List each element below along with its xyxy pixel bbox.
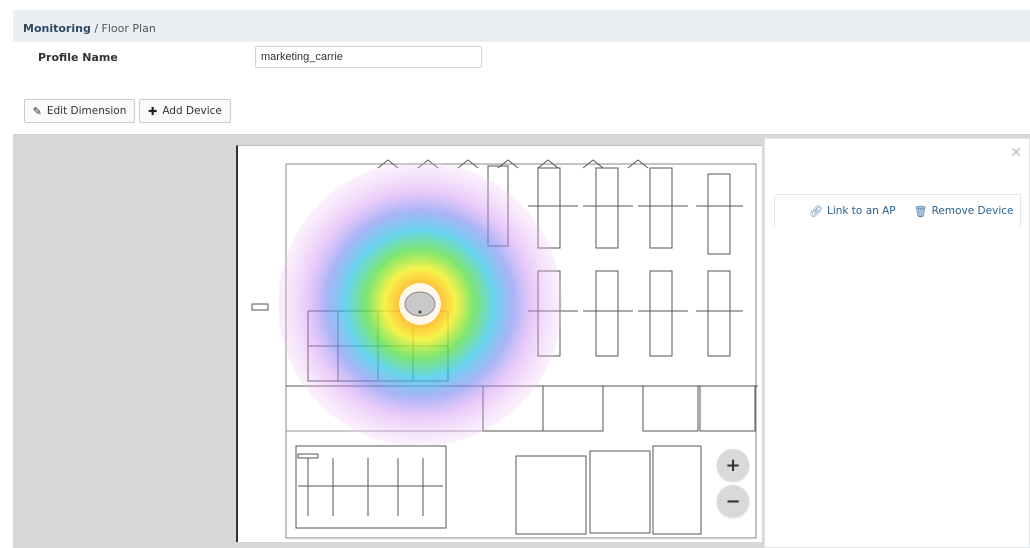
close-icon[interactable]: ✕ bbox=[1010, 145, 1022, 161]
remove-device-button[interactable]: 🗑︎ Remove Device bbox=[914, 205, 1014, 218]
add-device-label: Add Device bbox=[162, 105, 222, 117]
breadcrumb-separator: / bbox=[94, 22, 99, 35]
edit-dimension-label: Edit Dimension bbox=[46, 105, 127, 117]
plus-icon: ✚ bbox=[148, 104, 158, 118]
link-to-ap-label: Link to an AP bbox=[826, 205, 896, 217]
add-device-button[interactable]: ✚ Add Device bbox=[139, 99, 231, 123]
floor-plan-canvas[interactable] bbox=[236, 145, 762, 542]
pencil-icon: ✎ bbox=[32, 104, 42, 118]
profile-name-label: Profile Name bbox=[38, 51, 118, 64]
breadcrumb: Monitoring / Floor Plan bbox=[13, 10, 1030, 42]
zoom-out-button[interactable]: − bbox=[717, 485, 749, 517]
zoom-in-button[interactable]: + bbox=[717, 449, 749, 481]
link-to-ap-button[interactable]: 🔗︎ Link to an AP bbox=[809, 205, 896, 218]
edit-dimension-button[interactable]: ✎ Edit Dimension bbox=[24, 99, 135, 123]
profile-name-input[interactable] bbox=[255, 46, 482, 68]
breadcrumb-current: Floor Plan bbox=[101, 22, 156, 35]
device-actions: 🔗︎ Link to an AP 🗑︎ Remove Device bbox=[774, 195, 1021, 227]
access-point-icon bbox=[399, 283, 441, 325]
device-detail-panel: ✕ 🔗︎ Link to an AP 🗑︎ Remove Device bbox=[764, 138, 1030, 548]
breadcrumb-monitoring-link[interactable]: Monitoring bbox=[23, 22, 91, 35]
trash-icon: 🗑︎ bbox=[913, 204, 928, 218]
remove-device-label: Remove Device bbox=[931, 205, 1014, 217]
link-icon: 🔗︎ bbox=[809, 204, 823, 218]
